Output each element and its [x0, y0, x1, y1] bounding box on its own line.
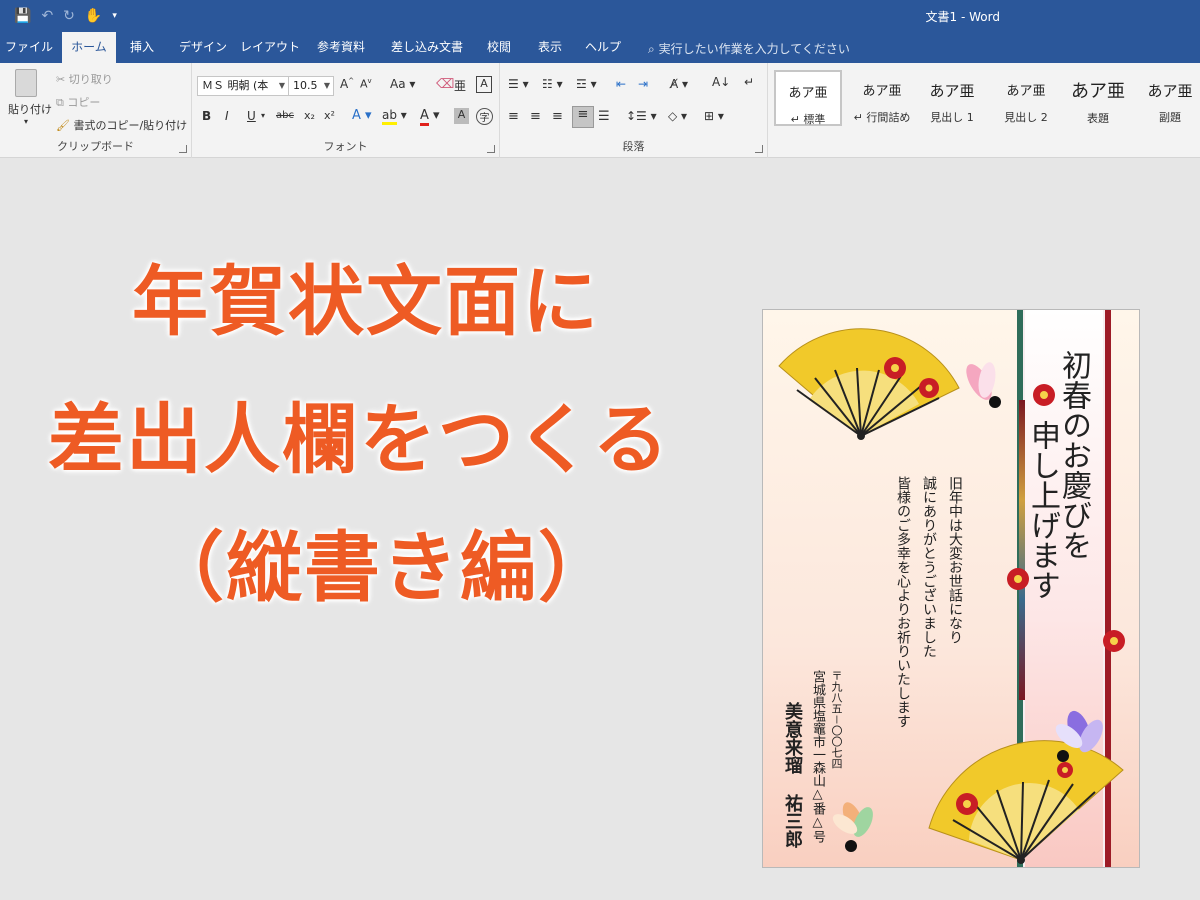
style-subtitle[interactable]: あア亜 副題: [1136, 70, 1200, 126]
justify-icon[interactable]: ≡: [572, 106, 594, 128]
tab-review[interactable]: 校閲: [478, 32, 520, 63]
copy-button[interactable]: ⧉ コピー: [56, 94, 100, 110]
tab-file[interactable]: ファイル: [0, 32, 58, 63]
chevron-down-icon[interactable]: ▾: [261, 111, 265, 120]
feather-icon: [966, 362, 1001, 408]
format-painter-button[interactable]: 🖌 書式のコピー/貼り付け: [56, 117, 187, 133]
enclose-char-icon[interactable]: 字: [476, 108, 493, 125]
text-direction-icon[interactable]: A̸ ▾: [670, 77, 688, 91]
paragraph-group: ☰ ▾ ☷ ▾ ☲ ▾ ⇤ ⇥ A̸ ▾ A↓ ↵ ≡ ≡ ≡ ≡ ☰ ↕☰ ▾…: [500, 63, 768, 158]
bold-button[interactable]: B: [202, 109, 211, 123]
chevron-down-icon: ▾: [23, 117, 28, 126]
sender-name-family: 美意来瑠: [782, 702, 803, 774]
clear-format-icon[interactable]: ⌫: [436, 77, 454, 92]
line-spacing-icon[interactable]: ↕☰ ▾: [626, 109, 657, 123]
tab-references[interactable]: 参考資料: [308, 32, 374, 63]
headline-line-3: （縦書き編）: [148, 523, 616, 612]
style-no-spacing[interactable]: あア亜 ↵ 行間詰め: [848, 70, 916, 126]
paragraph-group-label: 段落: [622, 140, 645, 153]
multilevel-list-icon[interactable]: ☲ ▾: [576, 77, 597, 91]
highlight-icon[interactable]: ab ▾: [382, 108, 407, 125]
body-line-1: 旧年中は大変お世話になり: [947, 476, 963, 644]
char-shading-icon[interactable]: A: [454, 108, 469, 124]
title-bar: 💾 ↶ ↻ ✋ ▾ 文書1 - Word: [0, 0, 1200, 32]
tab-layout[interactable]: レイアウト: [238, 32, 302, 63]
scissors-icon: ✂: [56, 73, 66, 86]
style-heading-1[interactable]: あア亜 見出し 1: [918, 70, 986, 126]
greeting-line-1: 初春のお慶びを: [1056, 350, 1091, 560]
font-color-icon[interactable]: A ▾: [420, 108, 440, 126]
grow-font-icon[interactable]: A^: [340, 77, 354, 91]
style-title[interactable]: あア亜 表題: [1064, 70, 1132, 126]
char-border-icon[interactable]: A: [476, 76, 492, 93]
ribbon-tabs: ファイル ホーム 挿入 デザイン レイアウト 参考資料 差し込み文書 校閲 表示…: [0, 32, 1200, 63]
folding-fan-top-icon: [778, 328, 960, 440]
tab-home[interactable]: ホーム: [62, 32, 116, 63]
styles-gallery: あア亜 ↵ 標準 あア亜 ↵ 行間詰め あア亜 見出し 1 あア亜 見出し 2 …: [772, 63, 1200, 158]
superscript-button[interactable]: x²: [324, 109, 335, 122]
postal-code: 〒九八五－〇〇七四: [830, 670, 843, 769]
body-line-2: 誠にありがとうございました: [921, 476, 937, 658]
increase-indent-icon[interactable]: ⇥: [638, 77, 648, 91]
cut-button[interactable]: ✂ 切り取り: [56, 71, 113, 87]
ribbon: 貼り付け ▾ ✂ 切り取り ⧉ コピー 🖌 書式のコピー/貼り付け クリップボー…: [0, 63, 1200, 158]
strikethrough-button[interactable]: abc: [276, 110, 294, 121]
tab-view[interactable]: 表示: [528, 32, 572, 63]
style-normal[interactable]: あア亜 ↵ 標準: [774, 70, 842, 126]
search-icon: ⌕: [648, 42, 655, 56]
headline-line-1: 年賀状文面に: [132, 257, 600, 346]
font-name-select[interactable]: ＭＳ 明朝 (本 ▼: [197, 76, 289, 96]
plum-flower-icon: [1007, 568, 1029, 590]
show-marks-icon[interactable]: ↵: [744, 75, 754, 89]
clipboard-group-label: クリップボード: [57, 140, 134, 153]
shading-icon[interactable]: ◇ ▾: [668, 109, 687, 123]
dialog-launcher-icon[interactable]: [487, 145, 495, 153]
new-year-card: 初春のお慶びを 申し上げます 旧年中は大変お世話になり 誠にありがとうございまし…: [762, 309, 1140, 868]
plum-flower-icon: [1033, 384, 1055, 406]
italic-button[interactable]: I: [225, 109, 229, 123]
sender-address: 宮城県塩竈市一森山△番△号: [810, 670, 825, 843]
bullets-icon[interactable]: ☰ ▾: [508, 77, 529, 91]
change-case-icon[interactable]: Aa ▾: [390, 77, 415, 91]
font-group-label: フォント: [323, 140, 368, 153]
align-left-icon[interactable]: ≡: [508, 109, 519, 124]
tab-design[interactable]: デザイン: [172, 32, 234, 63]
tell-me-text: 実行したい作業を入力してください: [658, 42, 850, 56]
chevron-down-icon: ▼: [323, 81, 330, 90]
copy-icon: ⧉: [56, 96, 64, 109]
shrink-font-icon[interactable]: Av: [360, 77, 372, 91]
font-size-select[interactable]: 10.5 ▼: [288, 76, 334, 96]
font-group: ＭＳ 明朝 (本 ▼ 10.5 ▼ A^ Av Aa ▾ ⌫ 亜 A B I U ▾…: [192, 63, 500, 158]
text-effects-icon[interactable]: A ▾: [352, 108, 372, 123]
sort-icon[interactable]: A↓: [712, 75, 730, 89]
window-title: 文書1 - Word: [925, 10, 1000, 24]
brush-icon: 🖌: [56, 119, 70, 132]
borders-icon[interactable]: ⊞ ▾: [704, 109, 724, 123]
feather-icon: [832, 802, 873, 852]
distributed-icon[interactable]: ☰: [598, 109, 610, 124]
clipboard-icon: [15, 69, 37, 97]
tab-insert[interactable]: 挿入: [118, 32, 166, 63]
chevron-down-icon: ▼: [278, 81, 285, 90]
phonetic-guide-icon[interactable]: 亜: [454, 77, 466, 94]
sender-name-given: 祐三郎: [782, 794, 803, 848]
feather-icon: [1055, 710, 1103, 762]
headline-line-2: 差出人欄をつくる: [48, 395, 671, 484]
plum-flower-icon: [1103, 630, 1125, 652]
clipboard-group: 貼り付け ▾ ✂ 切り取り ⧉ コピー 🖌 書式のコピー/貼り付け クリップボー…: [0, 63, 192, 158]
body-line-3: 皆様のご多幸を心よりお祈りいたします: [895, 476, 911, 728]
paste-button[interactable]: 貼り付け ▾: [8, 69, 52, 126]
dialog-launcher-icon[interactable]: [179, 145, 187, 153]
style-heading-2[interactable]: あア亜 見出し 2: [992, 70, 1060, 126]
align-center-icon[interactable]: ≡: [530, 109, 541, 124]
underline-button[interactable]: U: [247, 109, 256, 123]
tab-help[interactable]: ヘルプ: [580, 32, 626, 63]
tab-mailings[interactable]: 差し込み文書: [382, 32, 472, 63]
subscript-button[interactable]: x₂: [304, 109, 315, 122]
decrease-indent-icon[interactable]: ⇤: [616, 77, 626, 91]
tell-me-box[interactable]: ⌕ 実行したい作業を入力してください: [648, 40, 850, 57]
dialog-launcher-icon[interactable]: [755, 145, 763, 153]
align-right-icon[interactable]: ≡: [552, 109, 563, 124]
numbering-icon[interactable]: ☷ ▾: [542, 77, 563, 91]
